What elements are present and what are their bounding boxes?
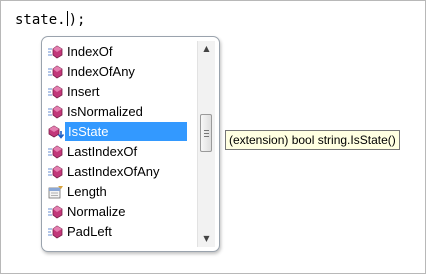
completion-item-label: IndexOfAny — [67, 64, 135, 79]
completion-item-insert[interactable]: Insert — [46, 82, 194, 102]
completion-item-indexofany[interactable]: IndexOfAny — [46, 62, 194, 82]
method-icon — [48, 225, 63, 239]
method-icon — [48, 105, 63, 119]
completion-scrollbar[interactable]: ▲ ▼ — [197, 41, 215, 247]
scroll-down-arrow-icon[interactable]: ▼ — [198, 231, 215, 247]
completion-item-label: Length — [67, 184, 107, 199]
completion-item-isstate[interactable]: IsState — [46, 122, 194, 142]
completion-item-lastindexof[interactable]: LastIndexOf — [46, 142, 194, 162]
completion-item-length[interactable]: Length — [46, 182, 194, 202]
property-icon — [48, 186, 63, 199]
completion-list[interactable]: IndexOf IndexOfAny Insert IsNormalized I… — [46, 42, 194, 242]
code-line[interactable]: state.); — [15, 11, 85, 29]
code-editor[interactable]: state.); IndexOf IndexOfAny Insert IsNor… — [0, 0, 426, 274]
completion-item-normalize[interactable]: Normalize — [46, 202, 194, 222]
code-text-before-caret: state. — [15, 12, 66, 28]
method-icon — [48, 145, 63, 159]
completion-item-indexof[interactable]: IndexOf — [46, 42, 194, 62]
completion-item-padleft[interactable]: PadLeft — [46, 222, 194, 242]
completion-item-label: LastIndexOfAny — [67, 164, 160, 179]
scroll-up-arrow-icon[interactable]: ▲ — [198, 41, 215, 57]
method-icon — [48, 205, 63, 219]
grip-line — [204, 136, 209, 137]
completion-item-lastindexofany[interactable]: LastIndexOfAny — [46, 162, 194, 182]
completion-item-label: IsState — [65, 122, 187, 141]
completion-item-isnormalized[interactable]: IsNormalized — [46, 102, 194, 122]
intellisense-popup[interactable]: IndexOf IndexOfAny Insert IsNormalized I… — [41, 36, 220, 252]
completion-item-label: LastIndexOf — [67, 144, 138, 159]
completion-item-label: Normalize — [67, 204, 126, 219]
grip-line — [204, 130, 209, 131]
completion-item-label: PadLeft — [67, 224, 112, 239]
completion-item-label: IndexOf — [67, 44, 113, 59]
method-icon — [48, 165, 63, 179]
code-text-after-caret: ); — [68, 12, 86, 28]
grip-line — [204, 133, 209, 134]
method-icon — [48, 85, 63, 99]
completion-item-label: IsNormalized — [67, 104, 143, 119]
method-icon — [48, 65, 63, 79]
member-tooltip: (extension) bool string.IsState() — [225, 130, 400, 150]
extension-method-icon — [48, 125, 64, 139]
text-caret — [66, 11, 68, 26]
extension-method-icon — [48, 45, 63, 59]
completion-item-label: Insert — [67, 84, 100, 99]
scrollbar-thumb[interactable] — [200, 114, 212, 152]
